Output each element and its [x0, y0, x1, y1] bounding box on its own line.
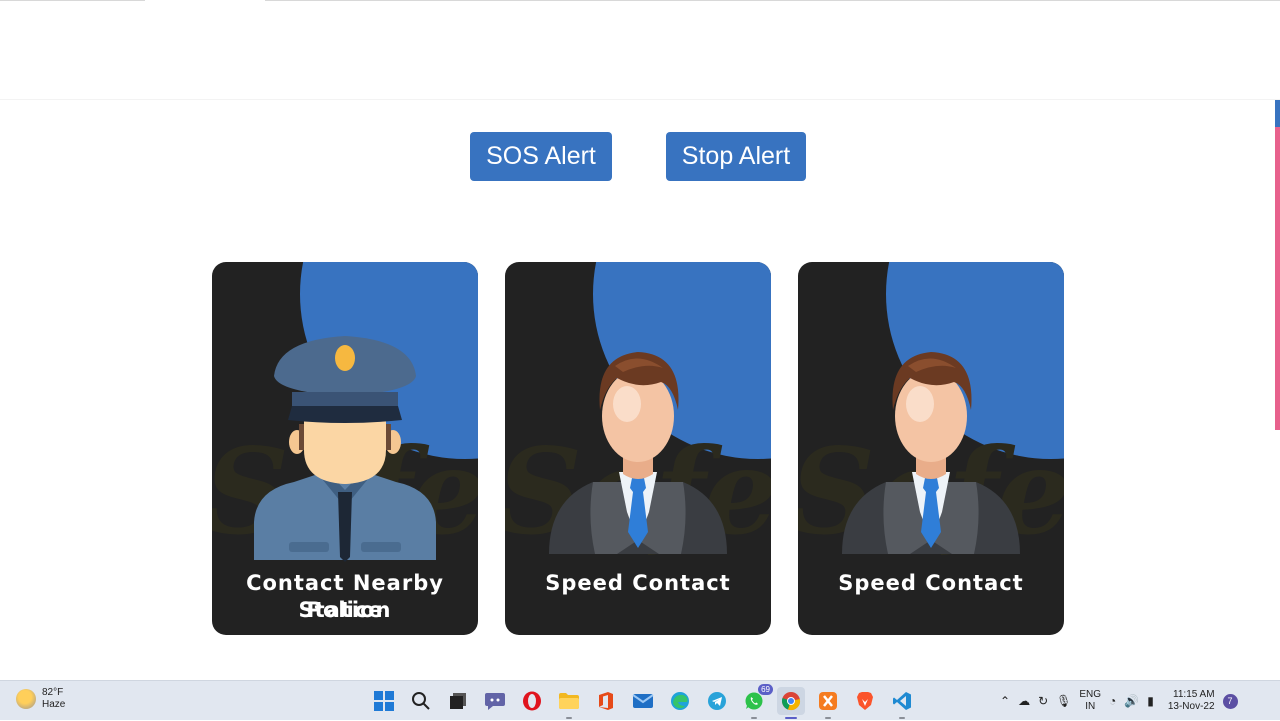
sync-icon[interactable]: ↻: [1038, 694, 1048, 708]
top-border-gap: [145, 0, 265, 1]
weather-widget[interactable]: 82°F Haze: [16, 687, 65, 711]
file-explorer-icon[interactable]: [555, 687, 583, 719]
clock[interactable]: 11:15 AM 13-Nov-22: [1168, 689, 1215, 713]
language-indicator[interactable]: ENG IN: [1079, 689, 1101, 713]
top-bar: [0, 0, 1280, 100]
notification-badge[interactable]: 7: [1222, 693, 1238, 709]
businessman-icon: [842, 352, 1020, 554]
whatsapp-badge: 69: [758, 684, 773, 695]
clock-time: 11:15 AM: [1173, 689, 1215, 700]
vscode-icon[interactable]: [888, 687, 916, 719]
businessman-icon: [549, 352, 727, 554]
battery-icon[interactable]: ▮: [1147, 694, 1154, 708]
contact-police-card[interactable]: Safe Contact Nearby Police Station: [212, 262, 478, 635]
sos-alert-button[interactable]: SOS Alert: [470, 132, 612, 181]
search-icon[interactable]: [407, 687, 435, 715]
taskbar-apps: 69: [370, 684, 916, 719]
telegram-icon[interactable]: [703, 687, 731, 715]
card-label: Speed Contact: [545, 571, 731, 595]
edge-icon[interactable]: [666, 687, 694, 715]
onedrive-icon[interactable]: ☁: [1018, 694, 1030, 708]
chevron-up-icon[interactable]: ⌃: [1000, 694, 1010, 708]
chrome-icon[interactable]: [777, 687, 805, 719]
region-code: IN: [1085, 701, 1096, 712]
mail-icon[interactable]: [629, 687, 657, 715]
teams-chat-icon[interactable]: [481, 687, 509, 715]
opera-icon[interactable]: [518, 687, 546, 715]
office-icon[interactable]: [592, 687, 620, 715]
weather-temp: 82°F: [42, 687, 64, 698]
speed-contact-card[interactable]: Safe Speed Contact: [798, 262, 1064, 635]
weather-haze-icon: [16, 689, 36, 709]
taskbar: 82°F Haze 69 ⌃ ☁ ↻ 🎙 ENG IN ◔ 🔊 ▮ 11:15 …: [0, 680, 1280, 720]
volume-icon[interactable]: 🔊: [1124, 694, 1139, 708]
task-view-icon[interactable]: [444, 687, 472, 715]
police-officer-icon: [254, 336, 436, 562]
stop-alert-button[interactable]: Stop Alert: [666, 132, 806, 181]
wifi-icon[interactable]: ◔: [1109, 694, 1116, 708]
system-tray: ⌃ ☁ ↻ 🎙 ENG IN ◔ 🔊 ▮ 11:15 AM 13-Nov-22 …: [1000, 681, 1238, 721]
scrollbar-thumb[interactable]: [1275, 127, 1280, 430]
whatsapp-icon[interactable]: 69: [740, 684, 773, 719]
language-code: ENG: [1079, 689, 1102, 700]
weather-desc: Haze: [42, 699, 66, 710]
start-icon[interactable]: [370, 687, 398, 715]
scrollbar-thumb-top[interactable]: [1275, 100, 1280, 127]
clock-date: 13-Nov-22: [1167, 701, 1215, 712]
xampp-icon[interactable]: [814, 687, 842, 719]
card-label-line2: Station: [298, 598, 392, 622]
speed-contact-card[interactable]: Safe Speed Contact: [505, 262, 771, 635]
brave-icon[interactable]: [851, 687, 879, 715]
microphone-icon[interactable]: 🎙: [1056, 694, 1071, 708]
card-label: Speed Contact: [838, 571, 1024, 595]
